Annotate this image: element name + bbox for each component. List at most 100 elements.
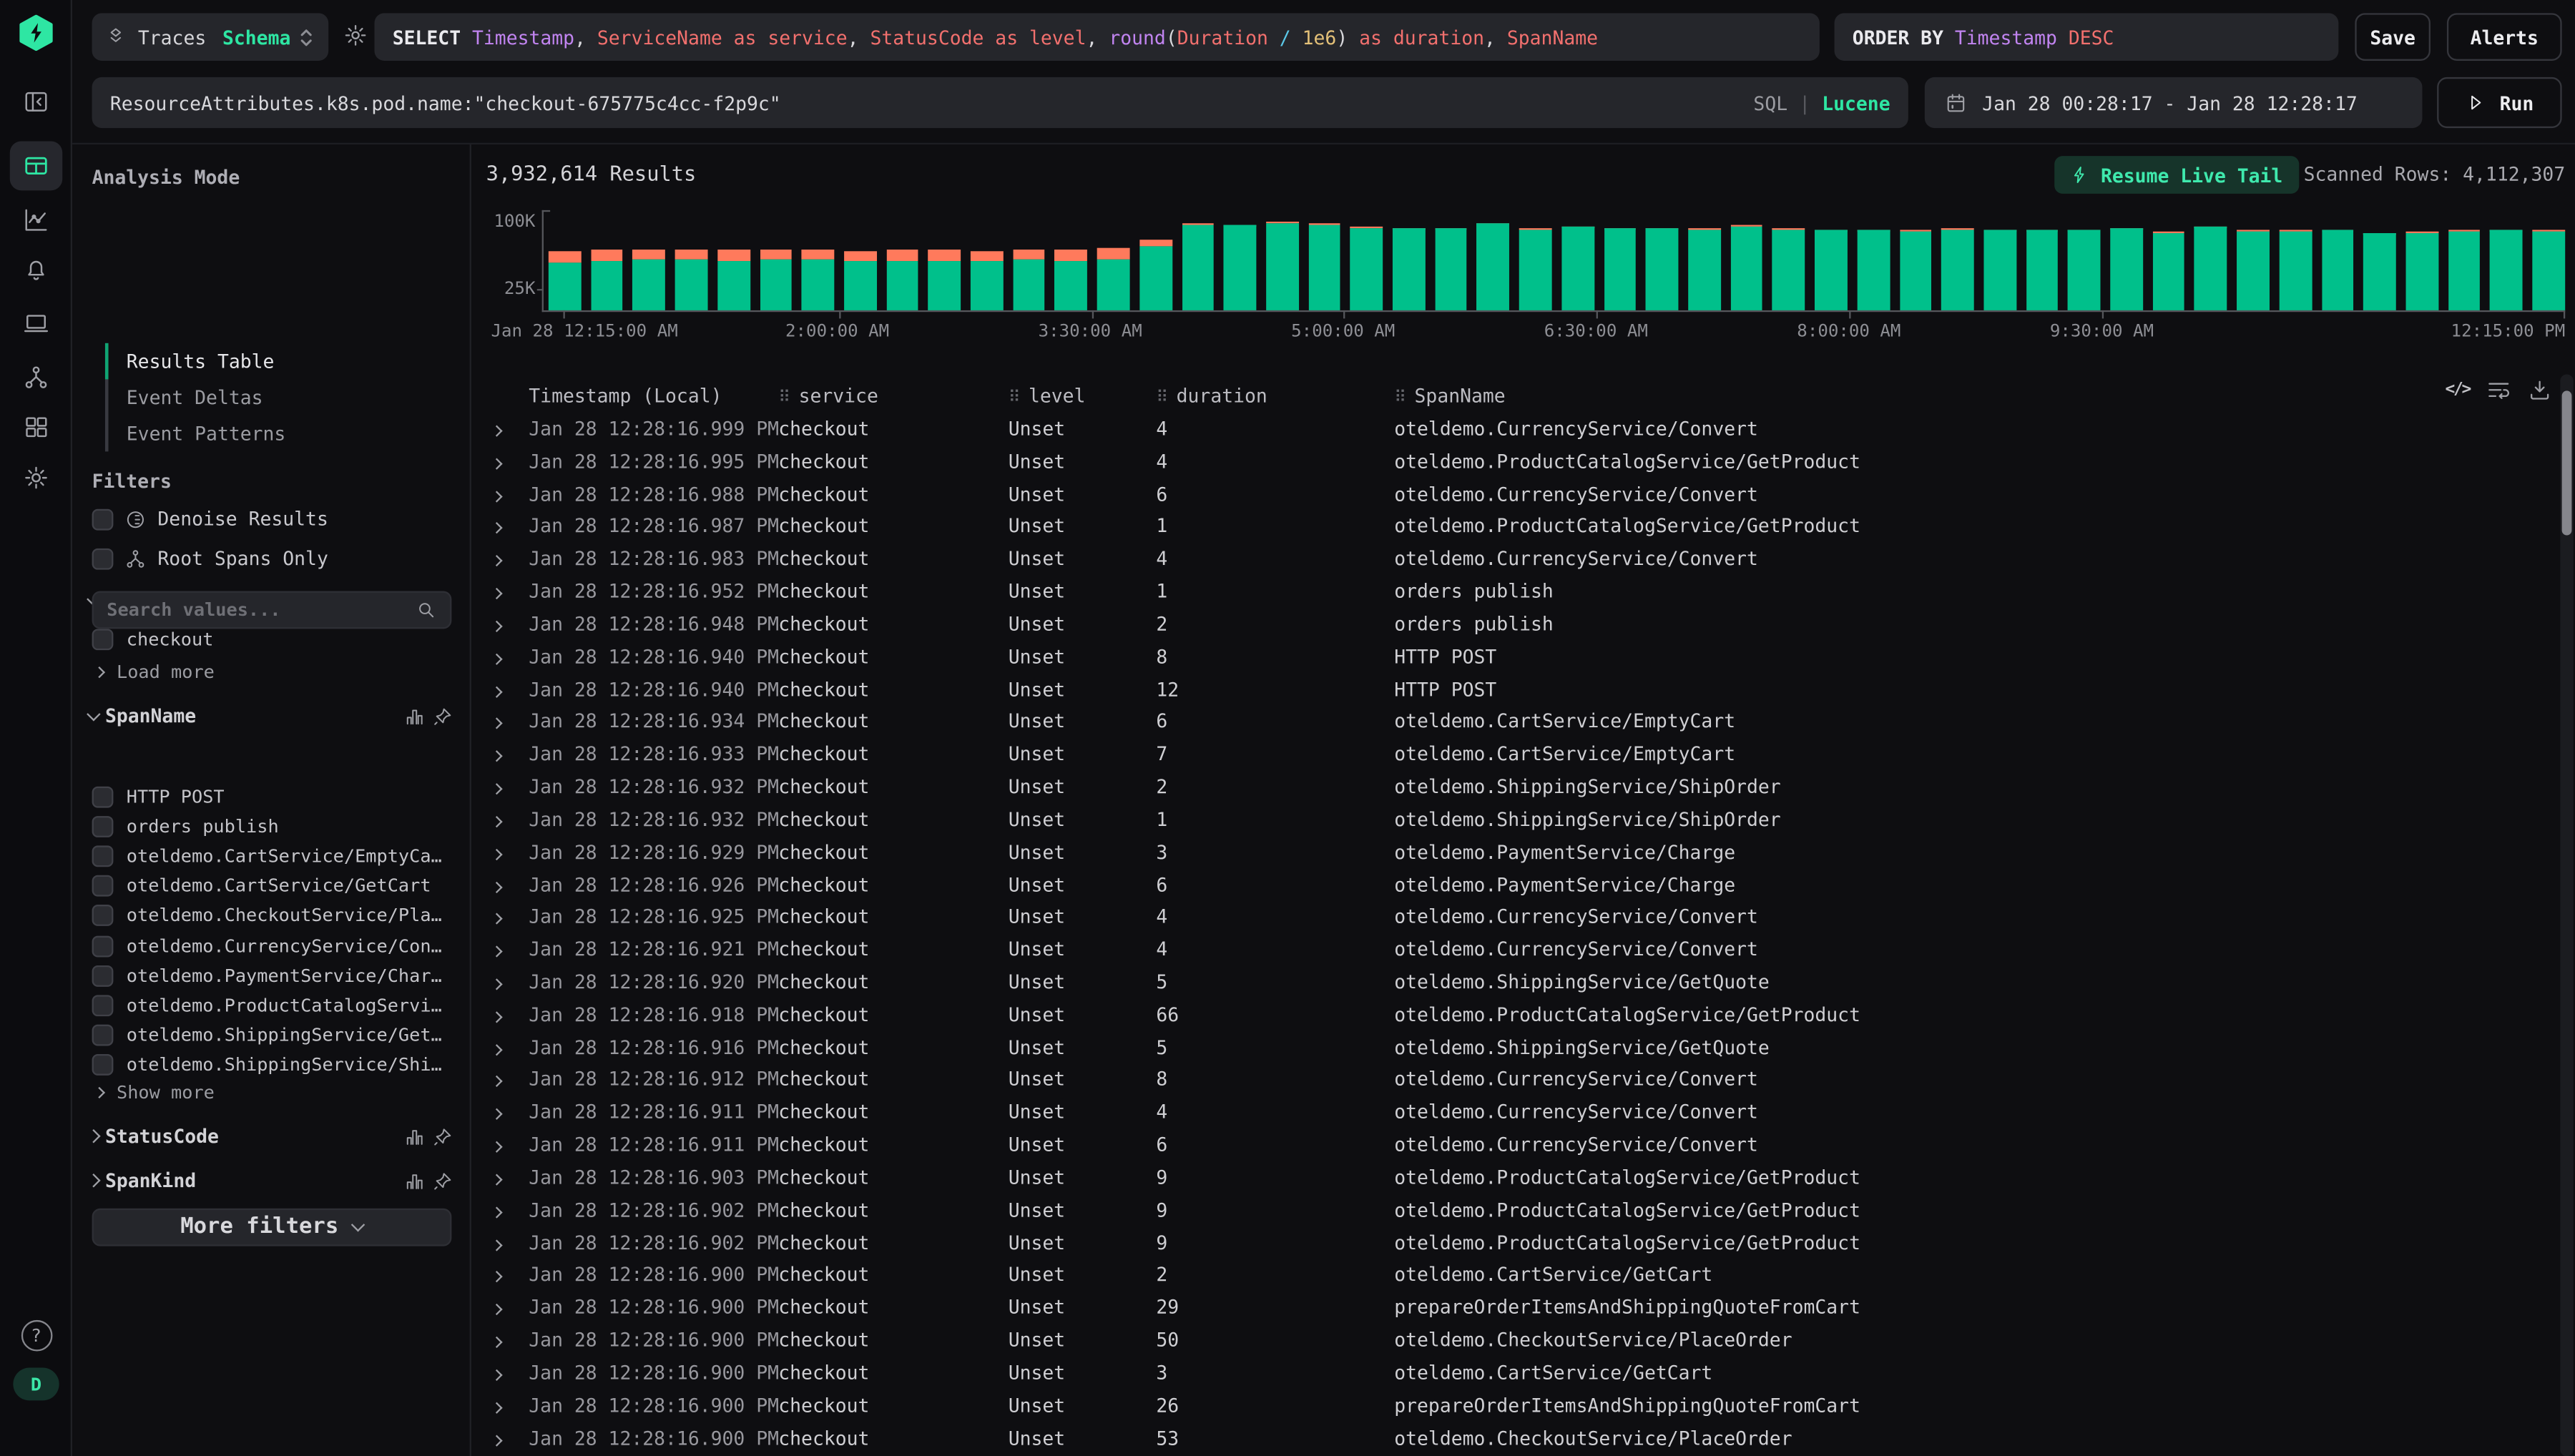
histogram-bar[interactable] [2194,227,2227,310]
histogram-bar[interactable] [717,249,750,310]
table-row[interactable]: Jan 28 12:28:16.948 PMcheckoutUnset2orde… [493,607,2556,640]
scrollbar[interactable] [2560,374,2573,1456]
facet-value[interactable]: oteldemo.ShippingService/Get… [72,1020,470,1051]
rail-item-chart-explorer[interactable] [18,202,54,238]
histogram-bar[interactable] [2279,230,2311,310]
row-expand-chevron[interactable] [493,1361,516,1384]
query-language-toggle[interactable]: SQL | Lucene [1753,91,1890,114]
table-row[interactable]: Jan 28 12:28:16.902 PMcheckoutUnset9otel… [493,1226,2556,1259]
checkbox[interactable] [92,1055,114,1076]
histogram-bar[interactable] [1815,230,1847,310]
search-input[interactable] [110,91,1457,114]
row-expand-chevron[interactable] [493,1199,516,1221]
source-select[interactable]: Traces Schema [92,13,329,61]
sql-toggle-label[interactable]: SQL [1753,91,1787,114]
table-row[interactable]: Jan 28 12:28:16.988 PMcheckoutUnset6otel… [493,477,2556,510]
rail-item-alerts[interactable] [18,251,54,287]
histogram-bar[interactable] [2068,230,2100,310]
pin-icon[interactable] [432,705,453,727]
row-expand-chevron[interactable] [493,612,516,635]
histogram-bar[interactable] [1646,227,1678,310]
histogram-bar[interactable] [1266,222,1298,310]
pin-icon[interactable] [432,1170,453,1191]
facet-value[interactable]: orders publish [72,812,470,842]
download-icon[interactable] [2527,378,2551,402]
scrollbar-thumb[interactable] [2562,390,2572,535]
facet-chart-icon[interactable] [404,705,426,727]
rail-item-settings[interactable] [18,460,54,496]
denoise-results-filter[interactable]: Denoise Results [92,507,328,530]
column-service[interactable]: ⠿service [778,384,1008,407]
table-row[interactable]: Jan 28 12:28:16.940 PMcheckoutUnset12HTT… [493,672,2556,705]
checkbox[interactable] [92,875,114,897]
histogram-bar[interactable] [1308,223,1340,310]
table-row[interactable]: Jan 28 12:28:16.900 PMcheckoutUnset2otel… [493,1259,2556,1292]
histogram-bar[interactable] [2237,230,2269,310]
drag-handle-icon[interactable]: ⠿ [778,389,790,407]
facet-value[interactable]: oteldemo.CartService/GetCart [72,871,470,901]
facet-search-input[interactable] [107,599,402,621]
row-expand-chevron[interactable] [493,1426,516,1449]
histogram-bar[interactable] [2532,230,2564,310]
row-expand-chevron[interactable] [493,905,516,928]
table-row[interactable]: Jan 28 12:28:16.934 PMcheckoutUnset6otel… [493,705,2556,738]
drag-handle-icon[interactable]: ⠿ [1156,389,1168,407]
table-row[interactable]: Jan 28 12:28:16.900 PMcheckoutUnset53ote… [493,1422,2556,1455]
table-row[interactable]: Jan 28 12:28:16.900 PMcheckoutUnset26pre… [493,1389,2556,1422]
load-more-link[interactable]: Load more [95,661,215,683]
table-row[interactable]: Jan 28 12:28:16.952 PMcheckoutUnset1orde… [493,575,2556,608]
table-row[interactable]: Jan 28 12:28:16.902 PMcheckoutUnset9otel… [493,1194,2556,1226]
table-row[interactable]: Jan 28 12:28:16.918 PMcheckoutUnset66ote… [493,998,2556,1031]
checkbox[interactable] [92,548,114,569]
rail-item-client-sessions[interactable] [18,305,54,342]
analysis-mode-event-deltas[interactable]: Event Deltas [105,379,450,415]
row-expand-chevron[interactable] [493,1296,516,1319]
facet-value[interactable]: oteldemo.CartService/EmptyCa… [72,841,470,871]
show-more-link[interactable]: Show more [95,1082,215,1103]
histogram-bar[interactable] [2110,227,2142,310]
facet-search-box[interactable] [92,591,452,629]
histogram-bar[interactable] [1772,228,1805,310]
facet-spankind-header[interactable]: SpanKind [89,1169,453,1192]
table-row[interactable]: Jan 28 12:28:16.926 PMcheckoutUnset6otel… [493,868,2556,901]
histogram-bar[interactable] [1561,227,1594,310]
checkbox[interactable] [92,786,114,807]
pin-icon[interactable] [432,1126,453,1147]
row-expand-chevron[interactable] [493,515,516,538]
histogram-bar[interactable] [2363,233,2395,310]
more-filters-button[interactable]: More filters [92,1209,452,1246]
histogram-bar[interactable] [2152,232,2184,310]
checkbox[interactable] [92,816,114,837]
row-expand-chevron[interactable] [493,742,516,765]
facet-value[interactable]: oteldemo.CurrencyService/Con… [72,931,470,961]
histogram-bar[interactable] [1393,227,1425,310]
table-row[interactable]: Jan 28 12:28:16.940 PMcheckoutUnset8HTTP… [493,640,2556,673]
row-expand-chevron[interactable] [493,938,516,960]
row-expand-chevron[interactable] [493,547,516,570]
column-spanname[interactable]: ⠿SpanName [1394,384,2460,407]
checkbox[interactable] [92,1025,114,1046]
row-expand-chevron[interactable] [493,677,516,700]
row-expand-chevron[interactable] [493,417,516,440]
rail-item-dashboards[interactable] [18,409,54,446]
facet-statuscode-header[interactable]: StatusCode [89,1125,453,1148]
facet-value[interactable]: oteldemo.ProductCatalogServi… [72,990,470,1020]
drag-handle-icon[interactable]: ⠿ [1009,389,1021,407]
histogram-bar[interactable] [1477,222,1509,310]
checkbox[interactable] [92,965,114,986]
rail-item-service-map[interactable] [18,360,54,396]
row-expand-chevron[interactable] [493,1264,516,1287]
checkbox[interactable] [92,508,114,530]
column-timestamp[interactable]: Timestamp (Local) [529,384,778,407]
table-row[interactable]: Jan 28 12:28:16.932 PMcheckoutUnset2otel… [493,770,2556,803]
view-source-icon[interactable]: </> [2445,381,2470,399]
table-row[interactable]: Jan 28 12:28:16.999 PMcheckoutUnset4otel… [493,412,2556,445]
histogram-bar[interactable] [1688,228,1720,310]
facet-chart-icon[interactable] [404,1126,426,1147]
facet-value[interactable]: oteldemo.PaymentService/Char… [72,960,470,990]
run-button[interactable]: Run [2437,77,2561,128]
row-expand-chevron[interactable] [493,1068,516,1091]
histogram-bar[interactable] [760,249,792,310]
results-histogram[interactable]: 100K 25K [542,210,2566,312]
histogram-bar[interactable] [675,249,707,310]
